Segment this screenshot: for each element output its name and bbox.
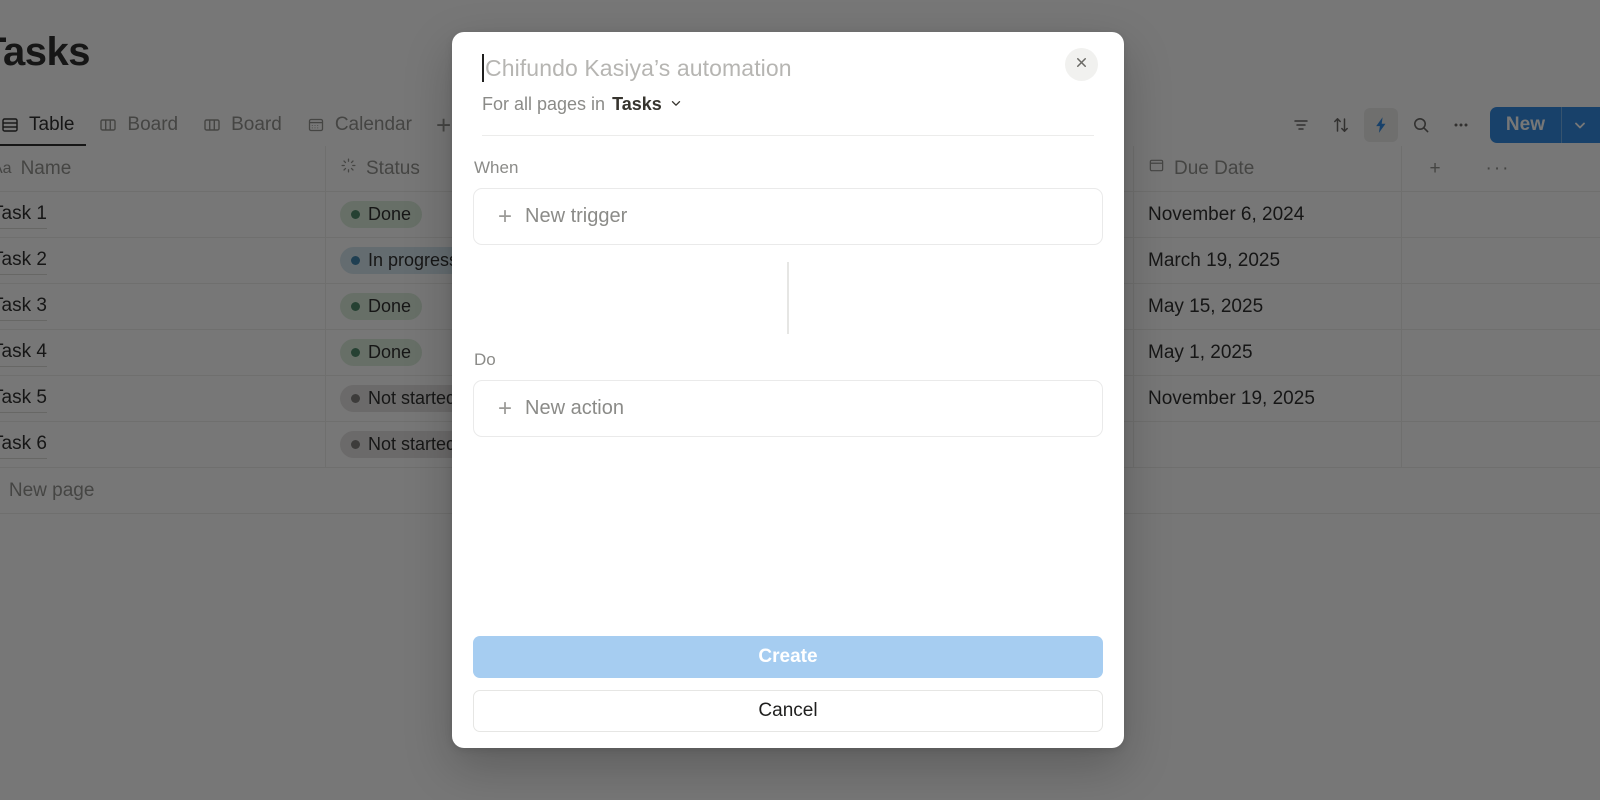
when-label: When <box>474 158 519 177</box>
app-root: Tasks Table Board <box>0 0 1600 800</box>
step-connector <box>473 262 1103 334</box>
text-cursor <box>482 54 484 82</box>
new-action-button[interactable]: + New action <box>473 380 1103 437</box>
close-icon <box>1074 55 1089 75</box>
new-trigger-button[interactable]: + New trigger <box>473 188 1103 245</box>
connector-line <box>787 262 789 334</box>
do-label: Do <box>474 350 496 369</box>
header-divider <box>482 135 1094 136</box>
close-button[interactable] <box>1065 48 1098 81</box>
create-button[interactable]: Create <box>473 636 1103 678</box>
automation-title-input[interactable]: Chifundo Kasiya’s automation <box>482 54 1094 82</box>
scope-prefix-label: For all pages in <box>482 94 606 114</box>
scope-database-selector[interactable]: Tasks <box>612 94 683 115</box>
scope-database-label: Tasks <box>612 94 662 114</box>
automation-scope: For all pages in Tasks <box>482 94 1094 115</box>
automation-modal: Chifundo Kasiya’s automation For all pag… <box>452 32 1124 748</box>
modal-footer: Create Cancel <box>473 636 1103 732</box>
cancel-button[interactable]: Cancel <box>473 690 1103 732</box>
chevron-down-icon <box>669 94 683 115</box>
modal-body: When + New trigger Do + New action <box>452 136 1124 437</box>
plus-icon: + <box>498 202 513 230</box>
plus-icon: + <box>498 394 513 422</box>
automation-title-placeholder: Chifundo Kasiya’s automation <box>485 54 792 81</box>
new-trigger-label: New trigger <box>525 205 628 227</box>
modal-header: Chifundo Kasiya’s automation For all pag… <box>452 32 1124 136</box>
new-action-label: New action <box>525 397 624 419</box>
